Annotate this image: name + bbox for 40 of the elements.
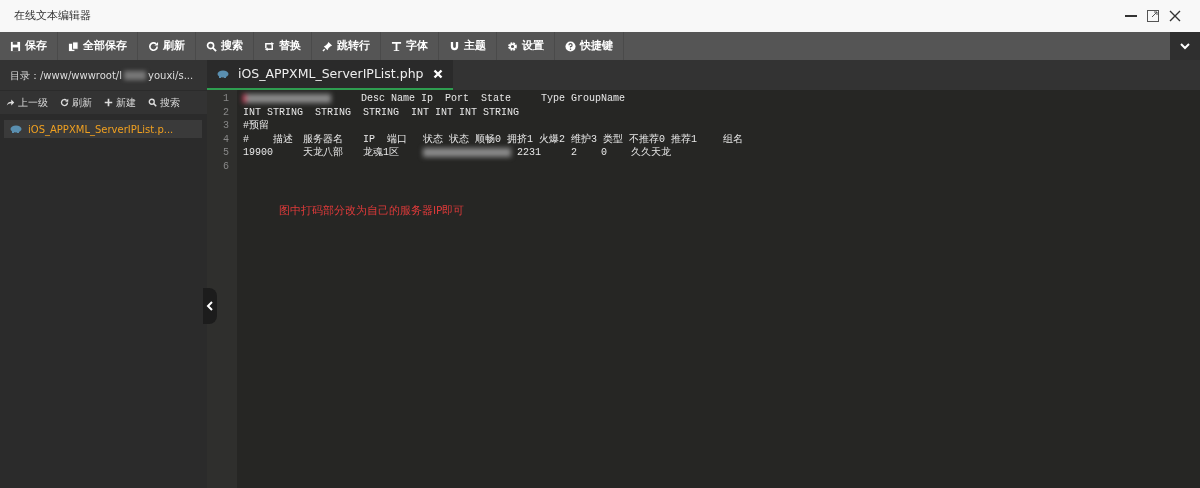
line-number: 3 [222,119,230,133]
sidebar-action-button[interactable]: 新建 [98,91,142,114]
window-title: 在线文本编辑器 [14,7,91,24]
collapse-handle[interactable] [203,288,217,324]
code-text: 2231 2 0 久久天龙 [516,146,672,160]
dropdown-button[interactable] [1170,32,1200,60]
search-icon [148,98,157,107]
copy-icon [68,40,79,52]
pin-icon [322,40,333,52]
line-number: 6 [222,159,230,173]
search-icon [206,40,217,52]
annotation-text: 图中打码部分改为自己的服务器IP即可 [279,203,466,218]
magnet-icon [449,40,460,52]
sidebar-action-button[interactable]: 刷新 [54,91,98,114]
chevron-down-icon [1179,40,1191,52]
plus-icon [104,98,113,107]
sidebar-action-button[interactable]: 上一级 [0,91,54,114]
share-arrow-icon [6,98,15,107]
swap-arrows-icon [264,40,275,52]
close-icon[interactable] [1168,9,1182,23]
refresh-icon [148,40,159,52]
help-icon [565,40,576,52]
maximize-icon[interactable] [1146,9,1160,23]
text-icon [391,40,402,52]
file-tab[interactable]: iOS_APPXML_ServerIPList.php [207,60,453,90]
save-icon [10,40,21,52]
code-text: #预留 [243,119,269,133]
code-text: Desc Name Ip Port State Type GroupName [360,92,626,106]
line-number: 1 [222,92,230,106]
code-text: # 描述 服务器名 IP 端口 状态 状态 顺畅0 拥挤1 火爆2 维护3 类型 不推荐0 推荐1 组名 [243,132,744,146]
gear-icon [507,40,518,52]
file-tree-item[interactable]: iOS_APPXML_ServerIPList.p... [4,120,202,138]
sidebar-action-button[interactable]: 搜索 [142,91,186,114]
line-number: 2 [222,105,230,119]
directory-path: 目录：/www/wwwroot/l youxi/s... [0,60,207,90]
code-text: 19900 天龙八部 龙魂1区 [243,146,401,160]
line-number: 4 [222,132,230,146]
code-text: INT STRING STRING STRING INT INT INT STRING [243,105,520,119]
refresh-icon [60,98,69,107]
line-number: 5 [222,146,230,160]
